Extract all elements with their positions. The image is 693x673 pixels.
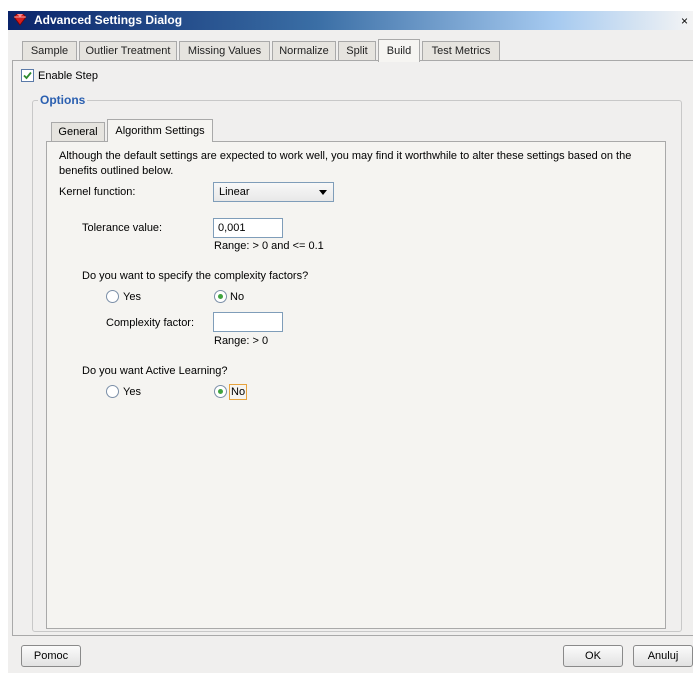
tab-build[interactable]: Build [378, 39, 420, 62]
tab-normalize[interactable]: Normalize [272, 41, 336, 60]
complexity-question: Do you want to specify the complexity fa… [82, 270, 309, 282]
tab-missing-values[interactable]: Missing Values [179, 41, 270, 60]
complexity-factor-label: Complexity factor: [106, 317, 195, 329]
cancel-button[interactable]: Anuluj [633, 645, 693, 667]
window-title: Advanced Settings Dialog [34, 13, 183, 27]
active-learning-yes-radio[interactable] [106, 385, 119, 398]
app-gem-icon [13, 14, 27, 26]
close-icon[interactable]: × [681, 14, 693, 28]
dropdown-arrow-icon [319, 190, 327, 195]
inner-tab-general[interactable]: General [51, 122, 105, 142]
active-learning-yes-label[interactable]: Yes [123, 386, 141, 398]
kernel-function-label: Kernel function: [59, 186, 136, 198]
tolerance-range: Range: > 0 and <= 0.1 [214, 240, 324, 252]
tab-test-metrics[interactable]: Test Metrics [422, 41, 500, 60]
algorithm-description: Although the default settings are expect… [59, 150, 632, 177]
complexity-factor-input[interactable] [213, 312, 283, 332]
complexity-no-radio[interactable] [214, 290, 227, 303]
complexity-no-label[interactable]: No [230, 291, 244, 303]
complexity-yes-radio[interactable] [106, 290, 119, 303]
tab-split[interactable]: Split [338, 41, 376, 60]
active-learning-no-label[interactable]: No [229, 384, 248, 400]
options-legend: Options [38, 93, 88, 107]
complexity-range: Range: > 0 [214, 335, 269, 347]
checkmark-icon [23, 71, 32, 80]
tolerance-input[interactable]: 0,001 [213, 218, 283, 238]
active-learning-question: Do you want Active Learning? [82, 365, 228, 377]
active-learning-no-radio[interactable] [214, 385, 227, 398]
tolerance-label: Tolerance value: [82, 222, 163, 234]
enable-step-checkbox[interactable] [21, 69, 34, 82]
help-button[interactable]: Pomoc [21, 645, 81, 667]
ok-button[interactable]: OK [563, 645, 623, 667]
algorithm-settings-panel [46, 141, 666, 629]
kernel-function-select[interactable]: Linear [213, 182, 334, 202]
tab-outlier-treatment[interactable]: Outlier Treatment [79, 41, 177, 60]
kernel-function-value: Linear [219, 186, 250, 198]
inner-tab-algorithm-settings[interactable]: Algorithm Settings [107, 119, 213, 142]
tab-sample[interactable]: Sample [22, 41, 77, 60]
complexity-yes-label[interactable]: Yes [123, 291, 141, 303]
radio-selected-dot [218, 389, 223, 394]
enable-step-label[interactable]: Enable Step [38, 70, 98, 82]
radio-selected-dot [218, 294, 223, 299]
